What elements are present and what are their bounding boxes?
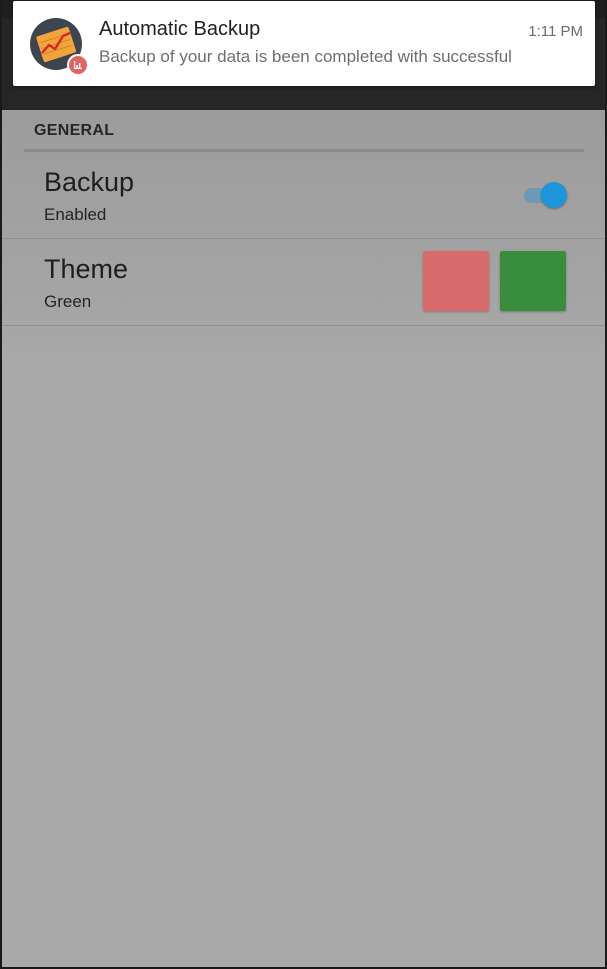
notification-time: 1:11 PM [528,23,583,40]
backup-notification[interactable]: Automatic Backup 1:11 PM Backup of your … [13,1,595,86]
theme-title: Theme [44,254,129,284]
theme-swatch-red[interactable] [423,251,489,311]
bar-chart-icon [67,54,89,76]
row-divider [2,325,605,326]
preference-theme[interactable]: Theme Green [2,239,605,326]
notification-text: Backup of your data is been completed wi… [99,47,512,66]
theme-summary: Green [44,292,92,311]
backup-summary: Enabled [44,205,107,224]
backup-title: Backup [44,167,135,197]
settings-list: GENERAL Backup Enabled Theme Green [2,110,605,967]
preference-backup[interactable]: Backup Enabled [2,152,605,239]
theme-swatch-green[interactable] [500,251,566,311]
section-header-general: GENERAL [34,122,115,139]
toggle-thumb [541,182,567,208]
app-screen: GENERAL Backup Enabled Theme Green [2,0,605,967]
notification-title: Automatic Backup [99,18,261,40]
backup-toggle[interactable] [522,181,568,209]
chart-app-icon [30,18,89,76]
